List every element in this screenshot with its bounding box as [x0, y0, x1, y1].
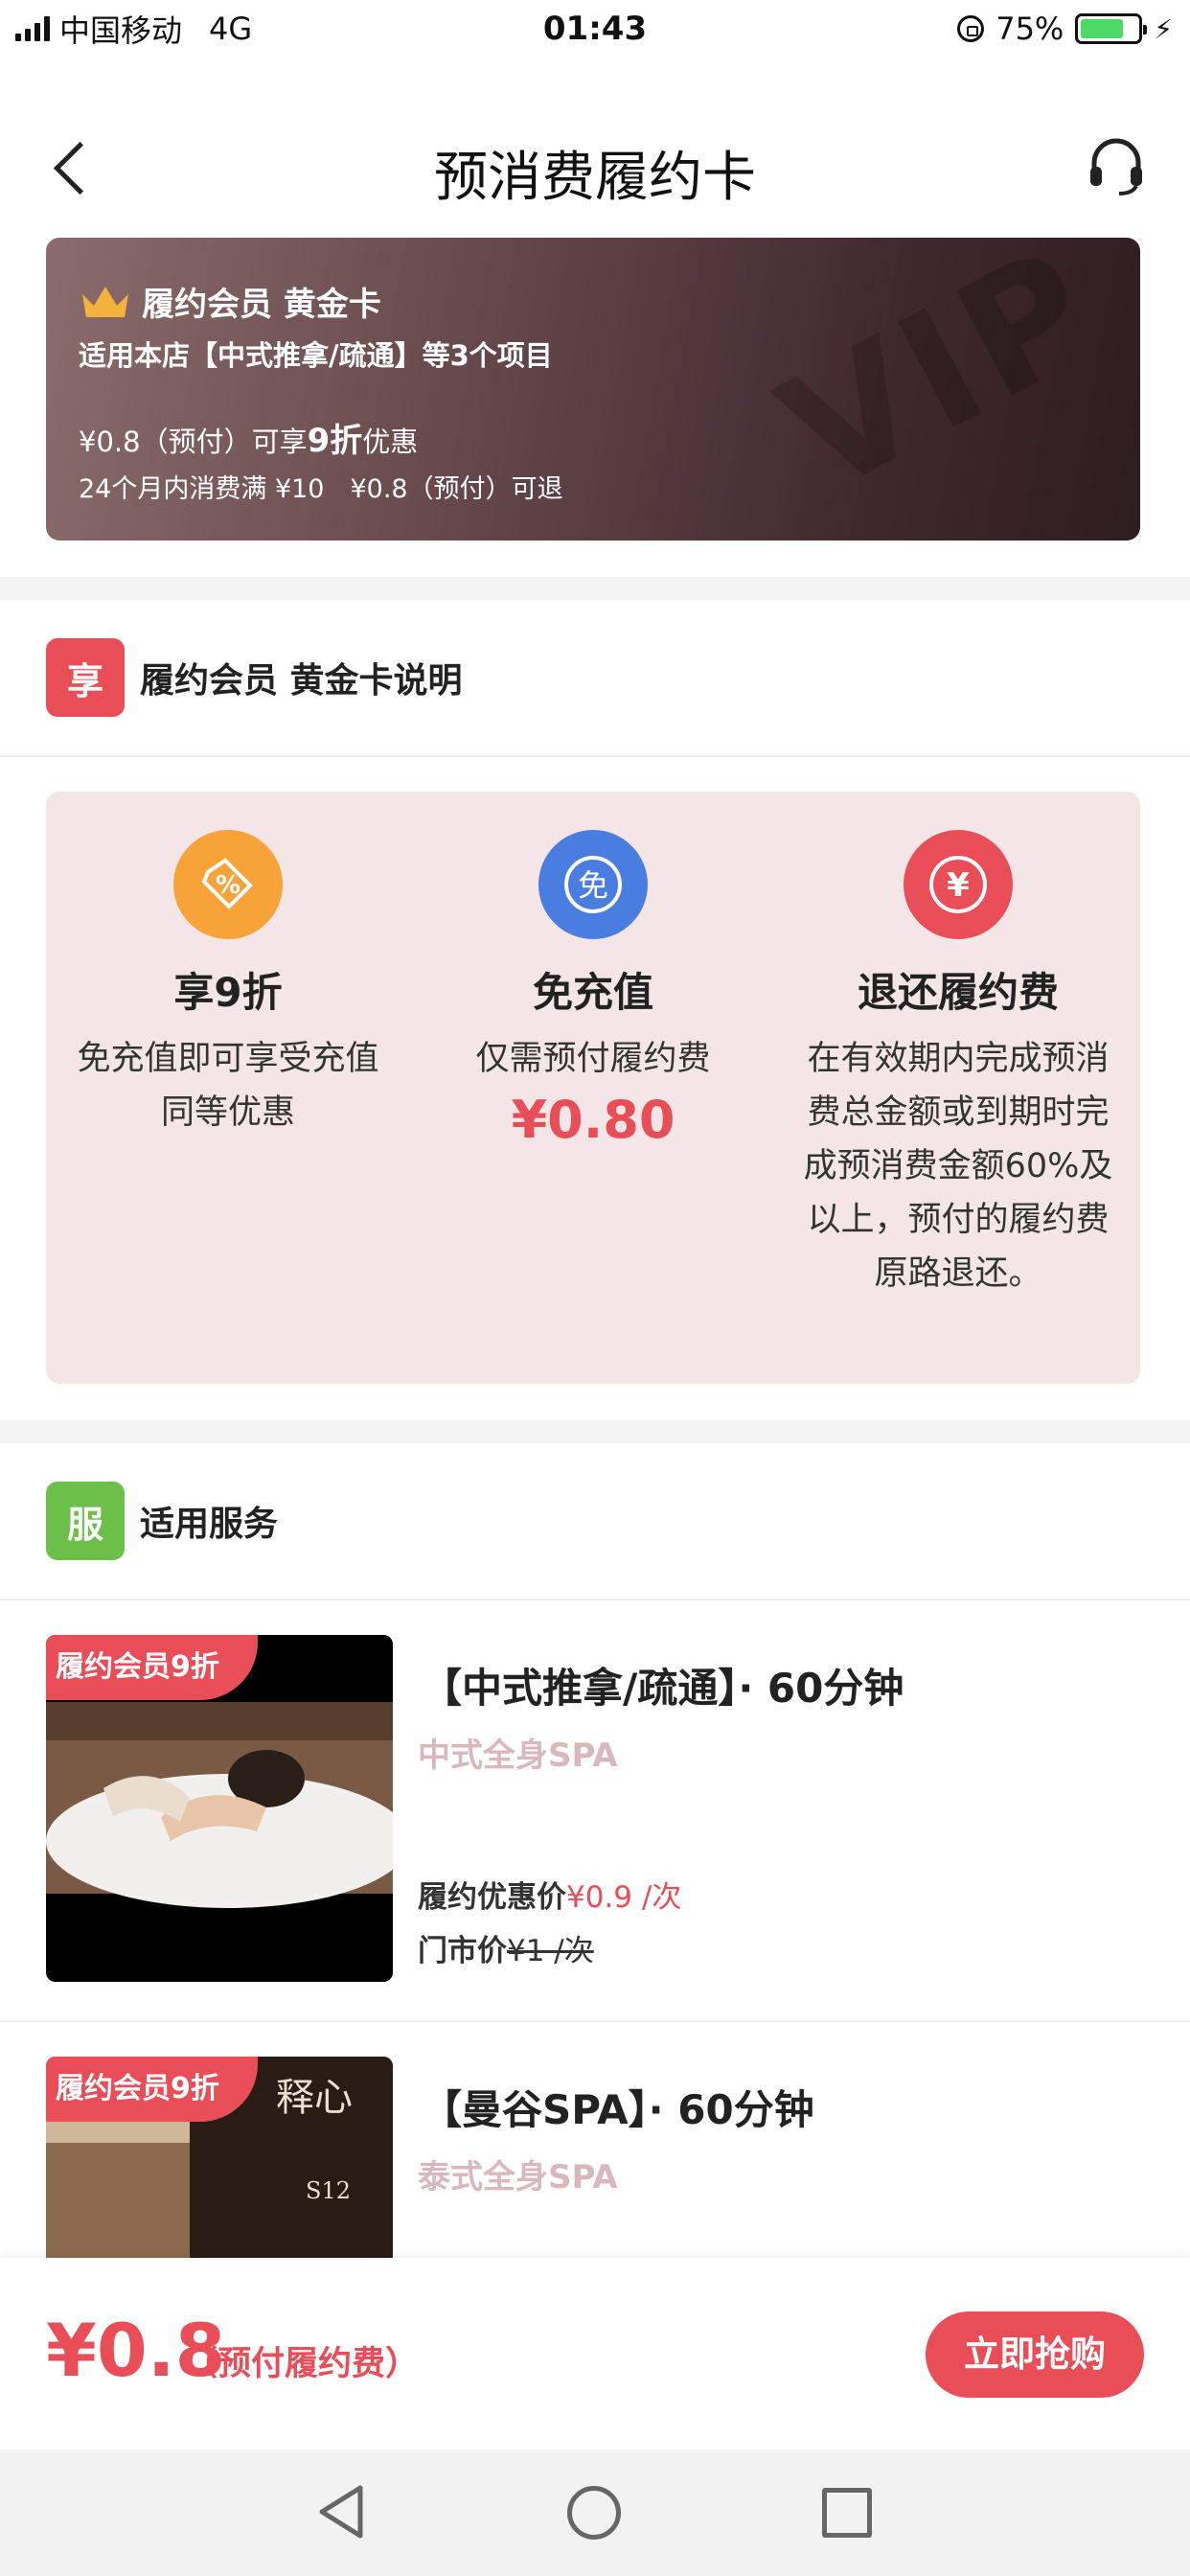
member-discount-tag: 履约会员9折	[46, 2057, 258, 2122]
yen-icon: ¥	[904, 830, 1013, 939]
system-recents-icon[interactable]	[822, 2488, 872, 2538]
page-title: 预消费履约卡	[434, 147, 756, 209]
benefit-discount: % 享9折 免充值即可享受充值同等优惠	[46, 792, 410, 1139]
service-item[interactable]: 履约会员9折 【中式推拿/疏通】· 60分钟 中式全身SPA 履约优惠价¥0.9…	[0, 1600, 1190, 2022]
benefit-no-recharge: 免 免充值 仅需预付履约费 ¥0.80	[411, 792, 775, 1150]
benefit-title: 免充值	[532, 969, 653, 1016]
system-navigation-bar	[0, 2450, 1190, 2576]
service-category: 中式全身SPA	[418, 1736, 618, 1775]
charging-icon: ⚡	[1154, 12, 1173, 45]
benefit-desc: 仅需预付履约费	[475, 1040, 711, 1078]
explain-section-header: 享 履约会员 黄金卡说明	[0, 600, 1190, 757]
service-name: 【中式推拿/疏通】· 60分钟	[422, 1665, 904, 1712]
service-category: 泰式全身SPA	[418, 2158, 618, 2196]
service-thumbnail[interactable]: 履约会员9折	[46, 1635, 393, 1982]
svg-text:免: 免	[578, 867, 608, 904]
status-bar: 中国移动 4G 01:43 75% ⚡	[0, 0, 1190, 58]
card-title: 履约会员 黄金卡	[79, 278, 381, 325]
benefits-panel: % 享9折 免充值即可享受充值同等优惠 免 免充值 仅需预付履约费 ¥0.80 …	[46, 792, 1140, 1384]
benefit-desc: 免充值即可享受充值同等优惠	[77, 1040, 379, 1132]
free-icon: 免	[538, 830, 648, 939]
system-back-icon[interactable]	[316, 2484, 366, 2540]
service-item[interactable]: 履约会员9折 释心 S12 【曼谷SPA】· 60分钟 泰式全身SPA	[0, 2022, 1190, 2258]
benefit-refund: ¥ 退还履约费 在有效期内完成预消费总金额或到期时完成预消费金额60%及以上，预…	[776, 792, 1140, 1300]
card-scope: 适用本店【中式推拿/疏通】等3个项目	[79, 339, 553, 372]
system-home-icon[interactable]	[567, 2486, 621, 2540]
member-price-label: 履约优惠价	[418, 1880, 566, 1915]
battery-fill	[1081, 19, 1123, 38]
vip-watermark: VIP	[752, 238, 1128, 531]
benefit-price: ¥0.80	[511, 1090, 675, 1150]
membership-card: VIP 履约会员 黄金卡 适用本店【中式推拿/疏通】等3个项目 ¥0.8（预付）…	[46, 238, 1140, 540]
prepay-note: （预付履约费）	[184, 2345, 420, 2383]
percent-tag-icon: %	[173, 830, 283, 939]
member-discount-tag: 履约会员9折	[46, 1635, 258, 1700]
card-refund-line: 24个月内消费满 ¥10 ¥0.8（预付）可退	[79, 474, 563, 504]
card-title-text: 履约会员 黄金卡	[142, 286, 381, 324]
benefit-title: 退还履约费	[857, 969, 1059, 1016]
discount-prefix: ¥0.8（预付）可享	[79, 426, 308, 458]
enjoy-badge-icon: 享	[46, 638, 125, 717]
service-name: 【曼谷SPA】· 60分钟	[422, 2086, 814, 2133]
explain-section-title: 履约会员 黄金卡说明	[140, 661, 463, 701]
services-section-header: 服 适用服务	[0, 1443, 1190, 1600]
room-number: S12	[306, 2177, 351, 2204]
navigation-bar: 预消费履约卡	[0, 113, 1190, 218]
member-price-value: ¥0.9 /次	[566, 1880, 682, 1915]
crown-icon	[82, 286, 128, 317]
member-price: 履约优惠价¥0.9 /次	[418, 1873, 681, 1916]
rotation-lock-icon	[957, 15, 985, 42]
section-divider	[0, 577, 1190, 600]
svg-text:%: %	[216, 871, 240, 900]
headset-icon[interactable]	[1085, 134, 1148, 197]
benefit-title: 享9折	[173, 969, 283, 1016]
store-price: 门市价¥1 /次	[418, 1926, 594, 1969]
battery-icon	[1075, 13, 1148, 44]
section-divider	[0, 1420, 1190, 1443]
buy-now-button[interactable]: 立即抢购	[926, 2312, 1144, 2398]
svg-text:¥: ¥	[947, 866, 970, 905]
store-price-value: ¥1 /次	[507, 1934, 594, 1968]
card-discount-line: ¥0.8（预付）可享9折优惠	[79, 414, 418, 461]
battery-percent: 75%	[995, 11, 1064, 47]
store-price-label: 门市价	[418, 1934, 507, 1968]
spa-sign-text: 释心	[276, 2076, 353, 2120]
service-badge-icon: 服	[46, 1482, 125, 1560]
purchase-bar: ¥0.8 （预付履约费） 立即抢购	[0, 2258, 1190, 2450]
services-section-title: 适用服务	[140, 1505, 279, 1544]
discount-value: 9折	[307, 422, 363, 460]
discount-suffix: 优惠	[362, 426, 419, 458]
service-thumbnail[interactable]: 履约会员9折 释心 S12	[46, 2057, 393, 2258]
benefit-desc: 在有效期内完成预消费总金额或到期时完成预消费金额60%及以上，预付的履约费原路退…	[803, 1040, 1113, 1293]
